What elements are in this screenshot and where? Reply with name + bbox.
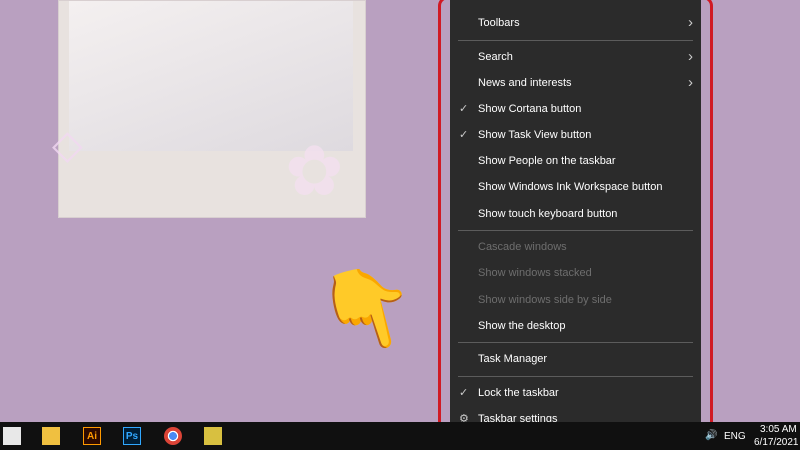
menu-item-label: Toolbars — [478, 17, 520, 29]
flower-decoration: ✿ — [285, 132, 344, 210]
menu-separator — [458, 230, 693, 231]
game-icon[interactable] — [204, 427, 222, 445]
volume-icon[interactable]: 🔊 — [705, 430, 717, 441]
clock-date[interactable]: 6/17/2021 — [754, 437, 799, 448]
menu-separator — [458, 376, 693, 377]
menu-item-show-task-view-button[interactable]: ✓ Show Task View button — [450, 123, 701, 147]
menu-item-show-windows-ink-workspace-button[interactable]: Show Windows Ink Workspace button — [450, 175, 701, 199]
menu-item-label: Cascade windows — [478, 241, 567, 253]
checkmark-icon: ✓ — [459, 129, 469, 141]
illustrator-icon[interactable]: Ai — [83, 427, 101, 445]
menu-separator — [458, 40, 693, 41]
menu-item-search[interactable]: Search › — [450, 45, 701, 69]
chrome-icon[interactable] — [164, 427, 182, 445]
photoshop-icon[interactable]: Ps — [123, 427, 141, 445]
clock-time[interactable]: 3:05 AM — [760, 424, 797, 435]
menu-item-label: Show windows stacked — [478, 267, 592, 279]
menu-item-label: Show People on the taskbar — [478, 155, 616, 167]
menu-item-show-cortana-button[interactable]: ✓ Show Cortana button — [450, 97, 701, 121]
pointing-hand-icon: 👇 — [308, 252, 428, 365]
photo-image — [69, 1, 353, 151]
menu-item-label: Show touch keyboard button — [478, 208, 618, 220]
menu-item-show-windows-side-by-side: Show windows side by side — [450, 288, 701, 312]
checkmark-icon: ✓ — [459, 103, 469, 115]
menu-item-label: Lock the taskbar — [478, 387, 559, 399]
menu-item-label: Show Task View button — [478, 129, 592, 141]
diamond-decoration: ◇ — [52, 123, 83, 167]
menu-item-news-and-interests[interactable]: News and interests › — [450, 71, 701, 95]
menu-item-toolbars[interactable]: Toolbars › — [450, 11, 701, 35]
menu-item-show-touch-keyboard-button[interactable]: Show touch keyboard button — [450, 202, 701, 226]
menu-item-show-windows-stacked: Show windows stacked — [450, 261, 701, 285]
menu-item-label: Task Manager — [478, 353, 548, 365]
menu-item-lock-the-taskbar[interactable]: ✓ Lock the taskbar — [450, 381, 701, 405]
menu-item-cascade-windows: Cascade windows — [450, 235, 701, 259]
menu-item-label: News and interests — [478, 77, 572, 89]
checkmark-icon: ✓ — [459, 387, 469, 399]
menu-item-show-the-desktop[interactable]: Show the desktop — [450, 314, 701, 338]
taskbar: 🔊 ENG 3:05 AM 6/17/2021 Ai Ps — [0, 422, 800, 450]
menu-item-label: Search — [478, 51, 513, 63]
taskbar-context-menu: Toolbars › Search › News and interests › ✓ Show… — [450, 0, 701, 438]
menu-item-task-manager[interactable]: Task Manager — [450, 347, 701, 371]
menu-separator — [458, 342, 693, 343]
menu-item-show-people-on-the-taskbar[interactable]: Show People on the taskbar — [450, 149, 701, 173]
microsoft-store-icon[interactable] — [3, 427, 21, 445]
menu-item-label: Show Windows Ink Workspace button — [478, 181, 663, 193]
file-explorer-icon[interactable] — [42, 427, 60, 445]
menu-item-label: Show windows side by side — [478, 294, 612, 306]
menu-item-label: Show Cortana button — [478, 103, 582, 115]
chevron-right-icon: › — [688, 74, 693, 91]
language-indicator[interactable]: ENG — [724, 431, 746, 442]
menu-item-label: Show the desktop — [478, 320, 566, 332]
chevron-right-icon: › — [688, 48, 693, 65]
chevron-right-icon: › — [688, 14, 693, 31]
